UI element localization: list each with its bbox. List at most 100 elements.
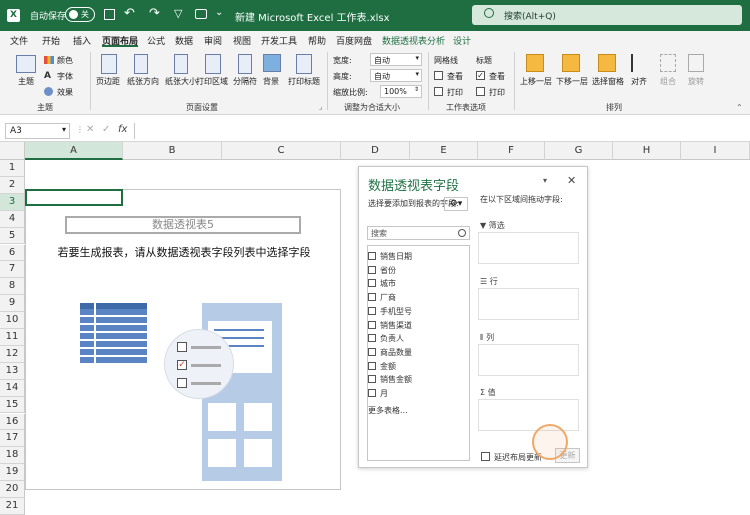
field-checkbox[interactable] <box>368 347 376 356</box>
row-header-16[interactable]: 16 <box>0 413 25 431</box>
row-header-21[interactable]: 21 <box>0 498 25 515</box>
row-header-4[interactable]: 4 <box>0 210 25 228</box>
row-header-12[interactable]: 12 <box>0 345 25 363</box>
filter-icon[interactable]: ▽ <box>174 7 182 20</box>
field-checkbox[interactable] <box>368 293 376 302</box>
tab-home[interactable]: 开始 <box>42 34 60 47</box>
save-icon[interactable] <box>104 9 115 20</box>
margins-button[interactable]: 页边距 <box>96 76 120 87</box>
background-button[interactable]: 背景 <box>263 76 279 87</box>
row-header-18[interactable]: 18 <box>0 447 25 465</box>
column-header-b[interactable]: B <box>123 142 222 160</box>
field-checkbox[interactable] <box>368 320 376 329</box>
column-header-h[interactable]: H <box>613 142 681 160</box>
values-zone[interactable] <box>478 399 579 431</box>
pivot-placeholder-frame[interactable]: 数据透视表5 若要生成报表，请从数据透视表字段列表中选择字段 ✓ <box>25 189 341 490</box>
breaks-button[interactable]: 分隔符 <box>233 76 257 87</box>
print-area-button[interactable]: 打印区域 <box>196 76 228 87</box>
tab-baidu-netdisk[interactable]: 百度网盘 <box>336 34 372 47</box>
selection-pane-button[interactable]: 选择窗格 <box>592 76 624 87</box>
orientation-button[interactable]: 纸张方向 <box>127 76 159 87</box>
zoom-spinner[interactable]: 100% ⇕ <box>380 85 422 98</box>
row-header-3[interactable]: 3 <box>0 193 25 211</box>
bring-forward-button[interactable]: 上移一层 <box>520 76 552 87</box>
row-header-17[interactable]: 17 <box>0 430 25 448</box>
field-checkbox[interactable] <box>368 252 376 260</box>
row-header-1[interactable]: 1 <box>0 160 25 177</box>
defer-update-checkbox[interactable] <box>481 452 490 461</box>
redo-icon[interactable]: ↷ <box>149 6 160 21</box>
size-button[interactable]: 纸张大小 <box>165 76 197 87</box>
columns-zone[interactable] <box>478 344 579 376</box>
group-button[interactable]: 组合 <box>660 76 676 87</box>
field-checkbox[interactable] <box>368 334 376 343</box>
tab-help[interactable]: 帮助 <box>308 34 326 47</box>
field-checkbox[interactable] <box>368 306 376 315</box>
rows-zone[interactable] <box>478 288 579 320</box>
row-header-5[interactable]: 5 <box>0 227 25 245</box>
theme-icon[interactable] <box>16 55 36 73</box>
row-header-9[interactable]: 9 <box>0 295 25 313</box>
tab-developer[interactable]: 开发工具 <box>261 34 297 47</box>
row-header-19[interactable]: 19 <box>0 464 25 482</box>
row-header-10[interactable]: 10 <box>0 312 25 329</box>
column-header-g[interactable]: G <box>545 142 613 160</box>
headings-view-checkbox[interactable]: ✓ <box>476 71 485 80</box>
send-backward-button[interactable]: 下移一层 <box>556 76 588 87</box>
field-checkbox[interactable] <box>368 361 376 370</box>
row-header-6[interactable]: 6 <box>0 244 25 262</box>
row-header-15[interactable]: 15 <box>0 396 25 414</box>
field-checkbox[interactable] <box>368 279 376 288</box>
row-header-11[interactable]: 11 <box>0 329 25 346</box>
field-settings-button[interactable]: ⚙▾ <box>444 197 468 211</box>
column-header-d[interactable]: D <box>341 142 410 160</box>
enter-icon[interactable]: ✓ <box>102 124 110 135</box>
row-header-7[interactable]: 7 <box>0 261 25 279</box>
rotate-button[interactable]: 旋转 <box>688 76 704 87</box>
tab-view[interactable]: 视图 <box>233 34 251 47</box>
theme-button[interactable]: 主题 <box>18 76 34 87</box>
row-header-20[interactable]: 20 <box>0 481 25 498</box>
insert-function-button[interactable]: fx <box>118 124 127 135</box>
colors-button[interactable]: 颜色 <box>57 55 73 66</box>
column-header-e[interactable]: E <box>410 142 478 160</box>
tab-file[interactable]: 文件 <box>10 34 28 47</box>
tab-design[interactable]: 设计 <box>453 34 471 47</box>
select-all-button[interactable] <box>0 142 25 160</box>
column-header-f[interactable]: F <box>478 142 545 160</box>
cancel-icon[interactable]: ✕ <box>86 124 94 135</box>
autosave-toggle[interactable]: 关 <box>65 7 95 22</box>
field-checkbox[interactable] <box>368 375 376 384</box>
gridlines-print-checkbox[interactable] <box>434 87 443 96</box>
fonts-button[interactable]: 字体 <box>57 71 73 82</box>
tab-review[interactable]: 审阅 <box>204 34 222 47</box>
tab-formulas[interactable]: 公式 <box>147 34 165 47</box>
headings-print-checkbox[interactable] <box>476 87 485 96</box>
collapse-ribbon-icon[interactable]: ⌃ <box>736 103 743 112</box>
more-tables-link[interactable]: 更多表格... <box>368 405 408 416</box>
tab-insert[interactable]: 插入 <box>73 34 91 47</box>
row-header-14[interactable]: 14 <box>0 379 25 397</box>
undo-icon[interactable]: ↶ <box>124 6 135 21</box>
tab-data[interactable]: 数据 <box>175 34 193 47</box>
column-header-c[interactable]: C <box>222 142 341 160</box>
gridlines-view-checkbox[interactable] <box>434 71 443 80</box>
field-checkbox[interactable] <box>368 265 376 274</box>
field-checkbox[interactable] <box>368 389 376 397</box>
name-box[interactable]: A3 ▾ <box>5 123 70 139</box>
search-box[interactable]: 搜索(Alt+Q) <box>472 5 742 25</box>
row-header-2[interactable]: 2 <box>0 176 25 194</box>
close-icon[interactable]: ✕ <box>567 174 576 187</box>
camera-icon[interactable] <box>195 9 207 19</box>
tab-pivot-analyze[interactable]: 数据透视表分析 <box>382 34 445 47</box>
width-select[interactable]: 自动 ▾ <box>370 53 422 66</box>
column-header-a[interactable]: A <box>25 142 123 160</box>
active-cell[interactable] <box>25 189 123 206</box>
align-button[interactable]: 对齐 <box>631 76 647 87</box>
field-search-input[interactable]: 搜索 <box>367 226 470 240</box>
dialog-launcher-icon[interactable]: ⌟ <box>319 103 322 111</box>
formula-input[interactable] <box>134 123 746 139</box>
print-titles-button[interactable]: 打印标题 <box>288 76 320 87</box>
column-header-i[interactable]: I <box>681 142 750 160</box>
pane-options-icon[interactable]: ▾ <box>543 176 547 185</box>
